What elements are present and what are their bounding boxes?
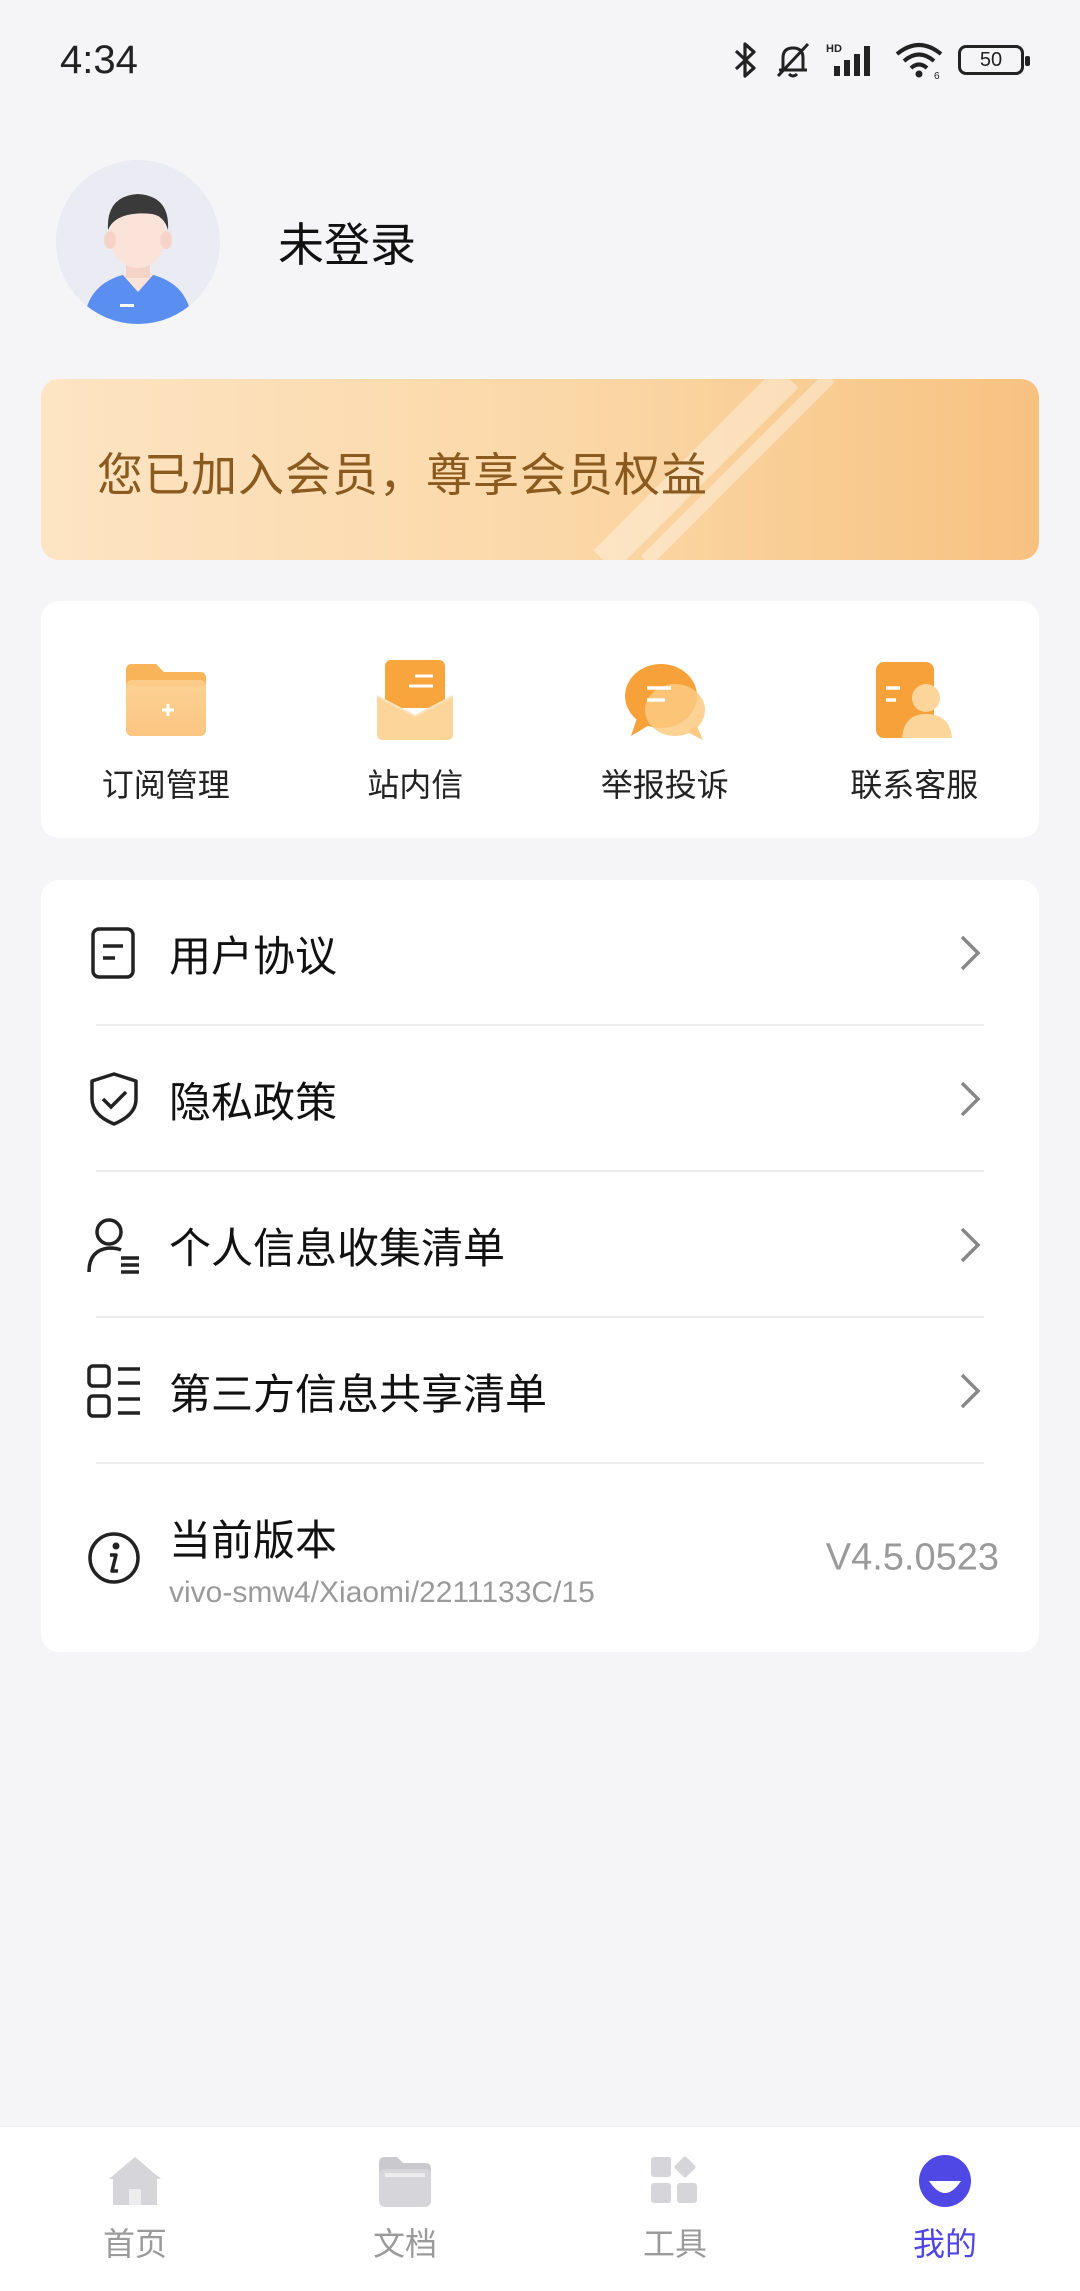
tools-grid-icon	[651, 2156, 697, 2203]
mute-bell-icon	[776, 42, 810, 78]
status-time: 4:34	[60, 38, 138, 82]
nav-item-profile[interactable]: 我的	[810, 2127, 1080, 2291]
settings-list: 用户协议 隐私政策 个人信息收集清单 第三方信息共享清单 当前版本 vivo-s…	[41, 880, 1039, 1652]
version-title: 当前版本	[169, 1515, 338, 1565]
page: 4:34 HD 6 50 未登录 您已加入会员，尊享会员权益 订阅管理 站内信 …	[0, 0, 1080, 2291]
nav-label: 我的	[912, 2225, 977, 2263]
status-icons: HD 6 50	[730, 40, 1030, 80]
nav-label: 文档	[372, 2225, 437, 2263]
customer-service-icon	[876, 662, 953, 738]
quick-action-report[interactable]: 举报投诉	[540, 601, 790, 838]
member-banner[interactable]: 您已加入会员，尊享会员权益	[41, 379, 1039, 560]
list-item-third-party-list[interactable]: 第三方信息共享清单	[41, 1318, 1039, 1464]
profile-header[interactable]: 未登录	[56, 160, 416, 324]
info-icon	[85, 1529, 143, 1587]
list-item-version[interactable]: 当前版本 vivo-smw4/Xiaomi/2211133C/15 V4.5.0…	[41, 1464, 1039, 1652]
bottom-nav: 首页 文档 工具 我的	[0, 2126, 1080, 2291]
user-avatar-icon[interactable]	[56, 160, 220, 324]
folder-icon	[379, 2157, 431, 2207]
quick-action-support[interactable]: 联系客服	[790, 601, 1040, 838]
shield-check-icon	[85, 1070, 143, 1128]
hd-signal-icon: HD	[826, 43, 870, 76]
envelope-icon	[376, 660, 454, 740]
nav-item-documents[interactable]: 文档	[270, 2127, 540, 2291]
list-item-label: 个人信息收集清单	[169, 1223, 506, 1273]
battery-icon: 50	[958, 45, 1030, 75]
nav-label: 首页	[102, 2225, 167, 2263]
document-icon	[85, 924, 143, 982]
version-text: 当前版本 vivo-smw4/Xiaomi/2211133C/15	[169, 1507, 595, 1610]
quick-action-label: 联系客服	[850, 766, 979, 804]
svg-text:6: 6	[934, 71, 940, 80]
nav-label: 工具	[642, 2225, 707, 2263]
quick-action-label: 举报投诉	[600, 766, 729, 804]
chat-bubble-icon	[624, 664, 705, 740]
list-item-label: 用户协议	[169, 931, 338, 981]
chevron-right-icon	[960, 935, 981, 971]
chevron-right-icon	[960, 1227, 981, 1263]
status-bar: 4:34 HD 6 50	[0, 0, 1080, 128]
list-item-personal-info-list[interactable]: 个人信息收集清单	[41, 1172, 1039, 1318]
folder-plus-icon	[125, 664, 206, 736]
wifi-icon: 6	[895, 43, 943, 80]
list-item-label: 隐私政策	[169, 1077, 338, 1127]
list-item-privacy-policy[interactable]: 隐私政策	[41, 1026, 1039, 1172]
version-value: V4.5.0523	[825, 1536, 999, 1579]
bluetooth-icon	[734, 42, 756, 78]
svg-text:HD: HD	[826, 43, 842, 55]
list-item-user-agreement[interactable]: 用户协议	[41, 880, 1039, 1026]
profile-icon	[919, 2155, 971, 2207]
battery-level: 50	[979, 48, 1003, 71]
user-list-icon	[85, 1216, 143, 1274]
login-status[interactable]: 未登录	[278, 209, 416, 275]
quick-action-label: 订阅管理	[101, 766, 230, 804]
grid-list-icon	[85, 1362, 143, 1420]
quick-actions-card: 订阅管理 站内信 举报投诉 联系客服	[41, 601, 1039, 838]
member-banner-text: 您已加入会员，尊享会员权益	[97, 448, 708, 502]
nav-item-tools[interactable]: 工具	[540, 2127, 810, 2291]
chevron-right-icon	[960, 1081, 981, 1117]
device-info: vivo-smw4/Xiaomi/2211133C/15	[169, 1575, 595, 1609]
quick-action-subscription[interactable]: 订阅管理	[41, 601, 291, 838]
quick-action-inbox[interactable]: 站内信	[291, 601, 541, 838]
quick-action-label: 站内信	[367, 766, 464, 804]
home-icon	[109, 2157, 161, 2205]
nav-item-home[interactable]: 首页	[0, 2127, 270, 2291]
list-item-label: 第三方信息共享清单	[169, 1369, 548, 1419]
chevron-right-icon	[960, 1373, 981, 1409]
